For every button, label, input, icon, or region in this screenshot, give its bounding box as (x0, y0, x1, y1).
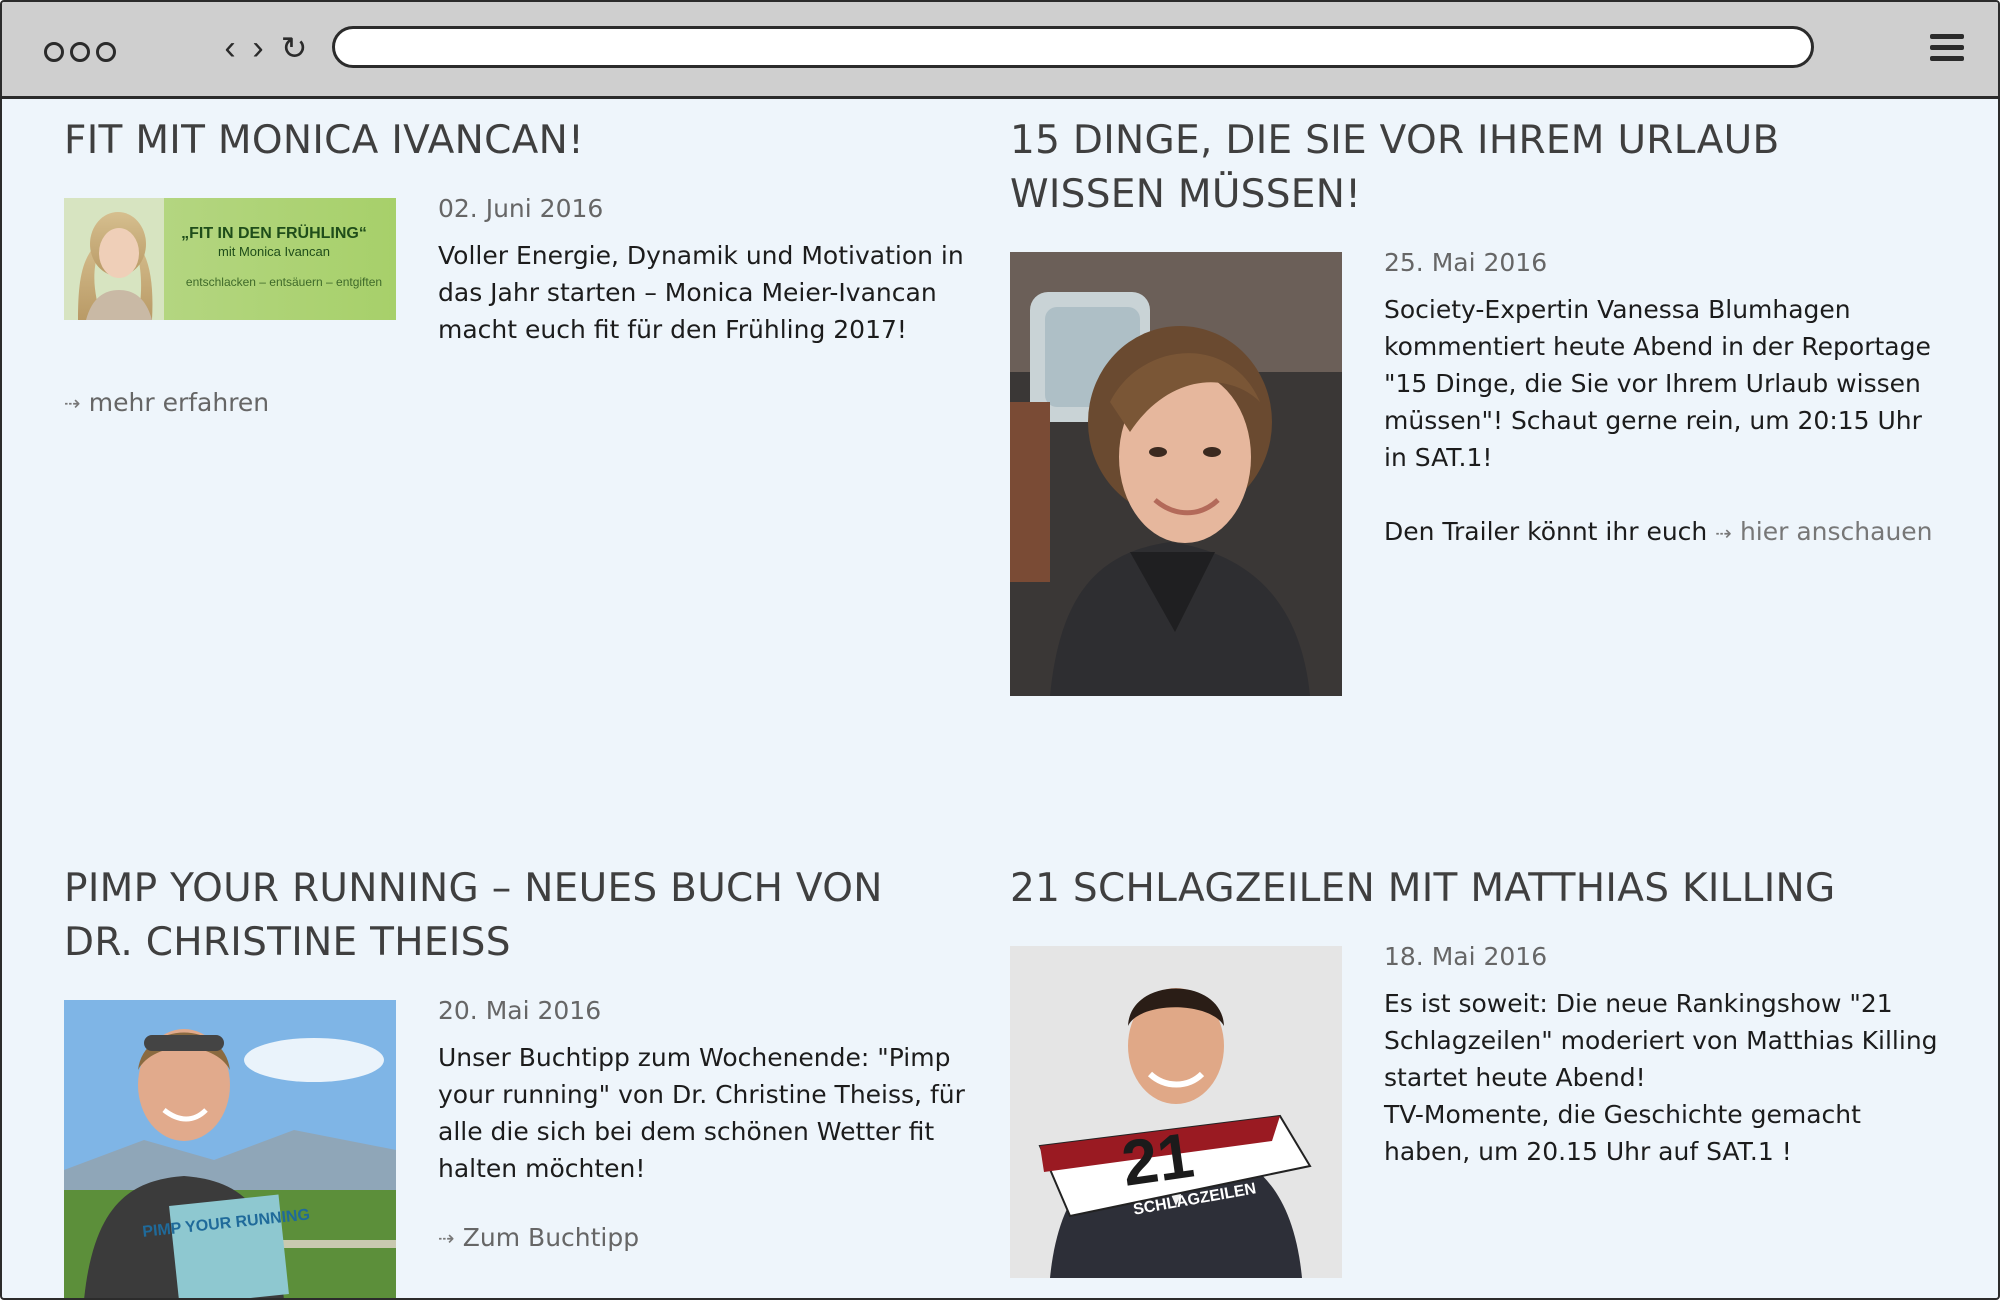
window-maximize-icon[interactable] (96, 42, 116, 62)
arrow-right-icon: ⇢ (1715, 521, 1732, 545)
post-excerpt: Voller Energie, Dynamik und Motivation i… (438, 241, 964, 344)
runner-photo: PIMP YOUR RUNNING (64, 1000, 396, 1298)
post-21-schlagzeilen: 21 SCHLAGZEILEN MIT MATTHIAS KILLING 21 … (1010, 862, 1960, 1298)
post-title[interactable]: 15 DINGE, DIE SIE VOR IHREM URLAUB WISSE… (1010, 114, 1910, 222)
post-date: 02. Juni 2016 (438, 194, 604, 223)
post-meta: 02. Juni 2016 Voller Energie, Dynamik un… (438, 194, 998, 348)
arrow-right-icon: ⇢ (64, 390, 81, 415)
window-close-icon[interactable] (44, 42, 64, 62)
svg-text:„FIT IN DEN FRÜHLING“: „FIT IN DEN FRÜHLING“ (181, 223, 367, 242)
post-15-dinge: 15 DINGE, DIE SIE VOR IHREM URLAUB WISSE… (1010, 114, 1960, 714)
trailer-line: Den Trailer könnt ihr euch ⇢ hier anscha… (1384, 513, 1944, 552)
read-more-label[interactable]: mehr erfahren (89, 388, 269, 417)
svg-text:mit Monica Ivancan: mit Monica Ivancan (218, 244, 330, 259)
post-image[interactable]: PIMP YOUR RUNNING (64, 1000, 396, 1298)
post-fit-mit-monica: FIT MIT MONICA IVANCAN! „FIT IN DEN FRÜH… (64, 114, 984, 434)
post-image[interactable]: „FIT IN DEN FRÜHLING“ mit Monica Ivancan… (64, 198, 396, 320)
hamburger-icon[interactable] (1930, 32, 1966, 64)
chevron-right-icon[interactable]: › (242, 28, 274, 68)
post-image[interactable] (1010, 252, 1342, 696)
post-meta: 25. Mai 2016 Society-Expertin Vanessa Bl… (1384, 248, 1944, 552)
post-excerpt-2: TV-Momente, die Geschichte gemacht haben… (1384, 1100, 1861, 1166)
fruehling-banner-image: „FIT IN DEN FRÜHLING“ mit Monica Ivancan… (64, 198, 396, 320)
post-title[interactable]: FIT MIT MONICA IVANCAN! (64, 114, 984, 168)
arrow-right-icon: ⇢ (438, 1225, 455, 1250)
post-title[interactable]: PIMP YOUR RUNNING – NEUES BUCH VON DR. C… (64, 862, 964, 970)
post-excerpt: Unser Buchtipp zum Wochenende: "Pimp you… (438, 1043, 965, 1183)
post-meta: 18. Mai 2016 Es ist soweit: Die neue Ran… (1384, 942, 1944, 1170)
read-more-link[interactable]: ⇢ mehr erfahren (64, 388, 269, 417)
browser-window: ‹ › ↻ FIT MIT MONICA IVANCAN! „FIT IN DE… (0, 0, 2000, 1300)
read-more-label[interactable]: Zum Buchtipp (463, 1223, 639, 1252)
svg-text:21: 21 (1117, 1119, 1198, 1200)
window-minimize-icon[interactable] (70, 42, 90, 62)
post-image[interactable]: 21 SCHLAGZEILEN (1010, 946, 1342, 1278)
trailer-link[interactable]: hier anschauen (1740, 517, 1933, 546)
post-excerpt: Es ist soweit: Die neue Rankingshow "21 … (1384, 989, 1938, 1092)
address-bar[interactable] (332, 26, 1814, 68)
reload-icon[interactable]: ↻ (278, 28, 310, 68)
read-more-link[interactable]: ⇢ Zum Buchtipp (438, 1223, 639, 1252)
trailer-prefix: Den Trailer könnt ihr euch (1384, 517, 1708, 546)
post-meta: 20. Mai 2016 Unser Buchtipp zum Wochenen… (438, 996, 998, 1252)
svg-text:entschlacken – entsäuern – ent: entschlacken – entsäuern – entgiften (186, 275, 382, 289)
post-title[interactable]: 21 SCHLAGZEILEN MIT MATTHIAS KILLING (1010, 862, 1910, 916)
post-excerpt: Society-Expertin Vanessa Blumhagen komme… (1384, 295, 1931, 472)
browser-toolbar: ‹ › ↻ (2, 2, 1998, 99)
post-date: 18. Mai 2016 (1384, 942, 1548, 971)
post-date: 20. Mai 2016 (438, 996, 602, 1025)
host-photo: 21 SCHLAGZEILEN (1010, 946, 1342, 1278)
portrait-photo (1010, 252, 1342, 696)
post-pimp-your-running: PIMP YOUR RUNNING – NEUES BUCH VON DR. C… (64, 862, 984, 1298)
post-date: 25. Mai 2016 (1384, 248, 1548, 277)
